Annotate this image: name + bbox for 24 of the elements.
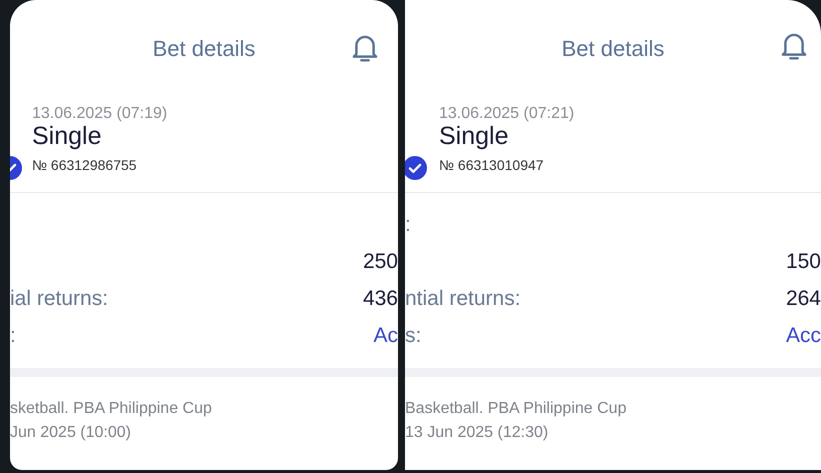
row-label: ial returns: [10, 286, 108, 312]
status-link[interactable]: Ac [373, 320, 398, 352]
event-time: 13 Jun 2025 (12:30) [405, 423, 550, 443]
screen-title: Bet details [152, 34, 256, 62]
row-label: : [405, 212, 411, 238]
event-league: Basketball. PBA Philippine Cup [405, 399, 628, 419]
bet-type: Single [439, 123, 510, 151]
row-value: 150 [786, 248, 821, 275]
row-value: 436 [362, 286, 398, 312]
bet-date: 13.06.2025 (07:19) [32, 104, 168, 124]
row-label: : [10, 322, 16, 349]
status-link[interactable]: Acc [786, 320, 821, 352]
row-value: 250 [362, 248, 398, 275]
row-value: 264 [786, 286, 821, 312]
checkbox[interactable] [405, 156, 427, 180]
event-time: Jun 2025 (10:00) [10, 423, 132, 443]
row-label: s: [405, 322, 422, 349]
bet-number: № 66312986755 [32, 156, 138, 175]
bet-number: № 66313010947 [439, 156, 545, 175]
row-label: ntial returns: [405, 286, 521, 312]
bet-type: Single [32, 123, 102, 151]
event-league: sketball. PBA Philippine Cup [10, 399, 213, 419]
screen-title: Bet details [562, 34, 664, 62]
bet-date: 13.06.2025 (07:21) [439, 104, 576, 124]
